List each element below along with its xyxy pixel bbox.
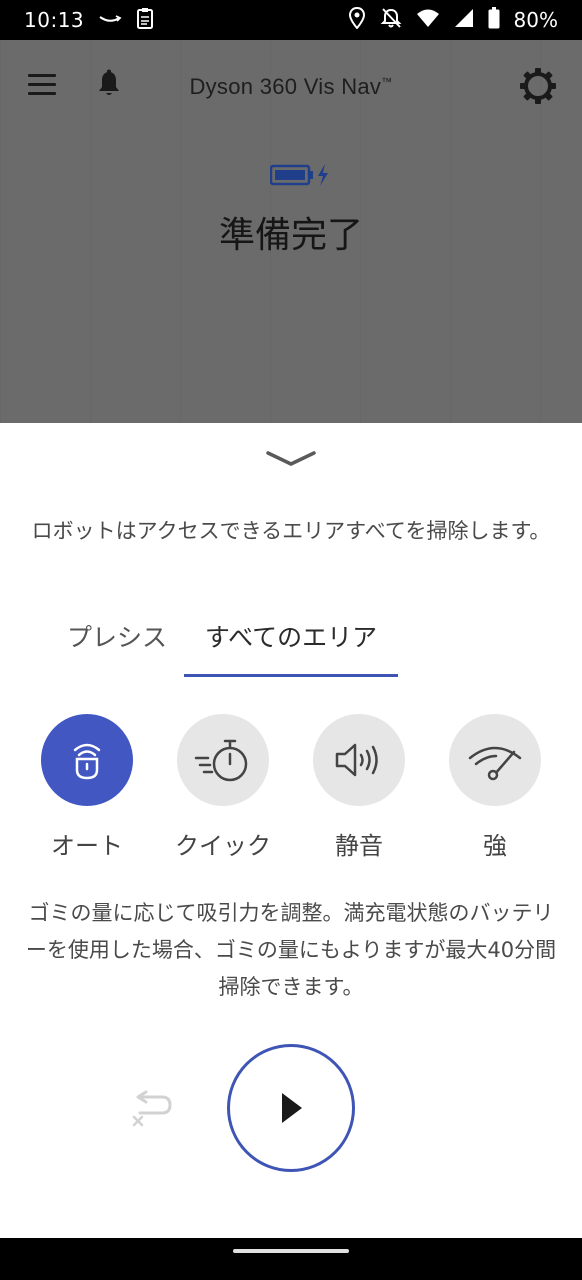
robot-status-text: 準備完了	[218, 215, 363, 256]
tab-all-areas-label: すべてのエリア	[204, 623, 378, 652]
tab-precise-label: プレシス	[66, 623, 167, 652]
tab-precise[interactable]: プレシス	[56, 618, 178, 678]
clipboard-icon	[136, 7, 154, 34]
mode-auto[interactable]: オート	[32, 714, 142, 861]
wifi-icon	[416, 8, 440, 33]
location-icon	[348, 6, 366, 34]
chevron-down-icon[interactable]	[262, 447, 320, 471]
status-bar: 10:13 80%	[0, 0, 582, 40]
status-time: 10:13	[24, 8, 85, 32]
tab-selected-indicator	[184, 674, 398, 677]
power-modes: オート クイック 静音 強	[0, 714, 582, 864]
battery-percent: 80%	[513, 8, 558, 32]
cellular-signal-icon	[454, 8, 474, 33]
mode-quick-label: クイック	[175, 832, 271, 860]
mode-auto-label: オート	[51, 832, 123, 860]
mode-quiet-label: 静音	[335, 832, 383, 860]
gauge-icon	[449, 714, 541, 806]
auto-mode-icon	[41, 714, 133, 806]
amazon-smile-icon	[98, 8, 122, 32]
notifications-off-icon	[380, 7, 402, 34]
home-gesture-handle[interactable]	[233, 1249, 349, 1253]
mode-description: ゴミの量に応じて吸引力を調整。満充電状態のバッテリーを使用した場合、ゴミの量にも…	[25, 901, 557, 999]
play-icon	[282, 1093, 302, 1123]
mode-boost-label: 強	[483, 832, 507, 860]
tab-all-areas[interactable]: すべてのエリア	[184, 618, 398, 678]
return-to-dock-icon[interactable]	[128, 1089, 176, 1129]
app-title-text: Dyson 360 Vis Nav	[189, 74, 382, 99]
battery-charging-icon	[269, 162, 334, 188]
area-tabs: プレシス すべてのエリア	[0, 618, 582, 678]
speaker-icon	[313, 714, 405, 806]
mode-boost[interactable]: 強	[440, 714, 550, 861]
cleaning-sheet: ロボットはアクセスできるエリアすべてを掃除します。 プレシス すべてのエリア オ…	[0, 423, 582, 1238]
mode-quiet[interactable]: 静音	[304, 714, 414, 861]
gear-icon[interactable]	[518, 66, 558, 106]
mode-quick[interactable]: クイック	[168, 714, 278, 861]
robot-overview: Dyson 360 Vis Nav™ 準備完了	[0, 40, 582, 423]
app-title: Dyson 360 Vis Nav™	[0, 74, 582, 100]
play-button[interactable]	[227, 1044, 355, 1172]
quick-timer-icon	[177, 714, 269, 806]
trademark-mark: ™	[381, 76, 393, 89]
area-description: ロボットはアクセスできるエリアすべてを掃除します。	[31, 519, 551, 543]
system-nav-bar	[0, 1238, 582, 1280]
app-toolbar: Dyson 360 Vis Nav™	[0, 40, 582, 132]
battery-icon	[488, 6, 500, 34]
